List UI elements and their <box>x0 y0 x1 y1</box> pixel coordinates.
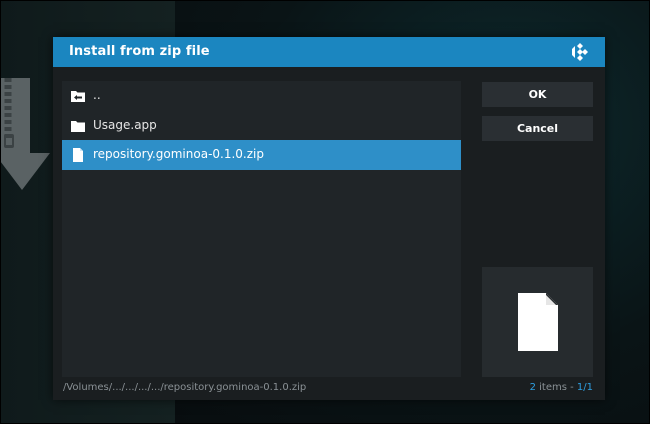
file-icon <box>518 293 558 351</box>
list-item-usage-app[interactable]: Usage.app <box>62 111 461 141</box>
cancel-button[interactable]: Cancel <box>482 116 593 141</box>
list-item-label: .. <box>93 88 101 102</box>
page-indicator: 1/1 <box>576 382 593 393</box>
item-count-suffix: items - <box>535 382 577 393</box>
list-item-parent-directory[interactable]: .. <box>62 81 461 111</box>
item-count: 2 items - 1/1 <box>530 382 593 393</box>
kodi-logo-icon <box>572 43 588 61</box>
list-item-label: Usage.app <box>93 118 157 132</box>
dialog-titlebar: Install from zip file <box>53 37 605 67</box>
file-list: .. Usage.app repository.gominoa-0.1.0.zi… <box>62 81 461 377</box>
install-from-zip-dialog: Install from zip file .. Usage.app repos… <box>53 37 605 400</box>
zip-archive-icon <box>0 78 50 190</box>
ok-button[interactable]: OK <box>482 82 593 107</box>
file-icon <box>73 148 83 162</box>
file-preview-thumbnail <box>482 267 593 377</box>
folder-back-icon <box>71 91 85 102</box>
dialog-title: Install from zip file <box>69 44 210 59</box>
current-path: /Volumes/.../.../.../.../repository.gomi… <box>63 382 307 393</box>
list-item-label: repository.gominoa-0.1.0.zip <box>93 147 264 161</box>
list-item-repository-zip[interactable]: repository.gominoa-0.1.0.zip <box>62 140 461 170</box>
folder-icon <box>71 121 85 132</box>
